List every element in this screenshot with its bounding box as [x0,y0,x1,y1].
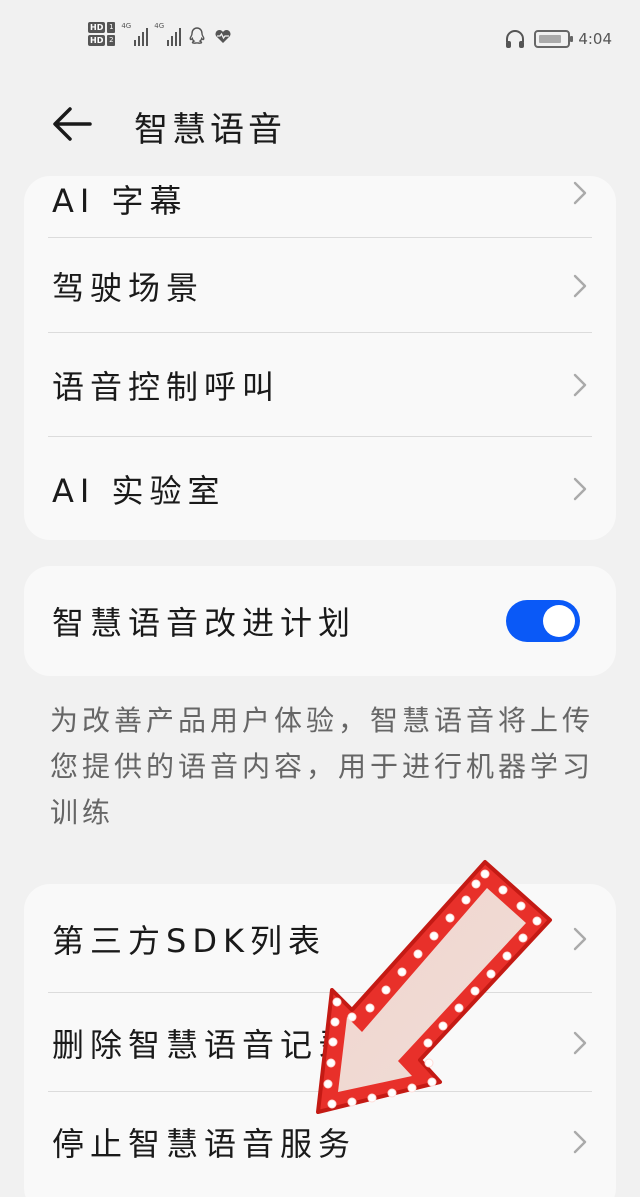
signal-icon-2: 4G [154,22,182,46]
chevron-right-icon [573,373,587,396]
status-right: 4:04 [504,28,612,50]
improvement-toggle[interactable] [506,600,580,642]
list-item-label: 驾驶场景 [52,268,205,307]
list-item-delete-records[interactable]: 删除智慧语音记录 [24,993,616,1093]
net1-label: 4G [121,22,132,30]
page-title: 智慧语音 [134,110,286,150]
status-left: HD 1 HD 2 4G 4G [88,22,233,46]
improvement-description: 为改善产品用户体验，智慧语音将上传您提供的语音内容，用于进行机器学习训练 [50,704,595,829]
hd1-label: HD [88,22,106,33]
chevron-right-icon [573,1130,587,1154]
list-item-label: AI 实验室 [52,471,226,510]
hd2-label: HD [88,35,106,46]
chevron-right-icon [573,1031,587,1055]
chevron-right-icon [573,927,587,951]
battery-icon [534,30,574,48]
sim2-indicator: HD 2 [88,35,116,46]
list-item-label: 停止智慧语音服务 [52,1125,357,1163]
arrow-left-icon [53,107,92,141]
improvement-label: 智慧语音改进计划 [52,604,357,642]
status-bar: HD 1 HD 2 4G 4G 4:04 [0,0,640,80]
settings-group-2: 第三方SDK列表 删除智慧语音记录 停止智慧语音服务 [24,884,616,1197]
settings-page: HD 1 HD 2 4G 4G 4:04 智慧语音 AI 字幕 驾驶场景 语音控… [0,0,640,1197]
settings-group-1: AI 字幕 驾驶场景 语音控制呼叫 AI 实验室 [24,176,616,540]
status-time: 4:04 [578,30,612,48]
list-item-voice-call[interactable]: 语音控制呼叫 [24,333,616,436]
chevron-right-icon [573,274,587,297]
list-item-stop-service[interactable]: 停止智慧语音服务 [24,1092,616,1192]
list-item-ai-lab[interactable]: AI 实验室 [24,437,616,540]
sim1-number: 1 [107,22,116,33]
chevron-right-icon [573,477,587,500]
list-item-third-party-sdk[interactable]: 第三方SDK列表 [24,884,616,994]
sim-indicators: HD 1 HD 2 [88,22,116,46]
back-button[interactable] [48,100,96,148]
app-header: 智慧语音 [0,90,640,154]
list-item-label: 语音控制呼叫 [52,367,281,406]
improvement-row: 智慧语音改进计划 [24,566,616,676]
toggle-knob [543,605,575,637]
list-item-label: 第三方SDK列表 [52,922,326,960]
sim2-number: 2 [107,35,116,46]
list-item-label: 删除智慧语音记录 [52,1026,357,1064]
signal-icon-1: 4G [121,22,149,46]
chevron-right-icon [573,181,587,205]
sim1-indicator: HD 1 [88,22,116,33]
heart-pulse-icon [215,29,231,43]
battery-fill [539,35,562,43]
headphones-icon [506,30,525,48]
list-item-label: AI 字幕 [52,182,188,220]
qq-icon [189,27,205,44]
list-item-driving[interactable]: 驾驶场景 [24,238,616,333]
list-item-ai-subtitles[interactable]: AI 字幕 [24,176,616,238]
net2-label: 4G [154,22,165,30]
improvement-card: 智慧语音改进计划 [24,566,616,676]
